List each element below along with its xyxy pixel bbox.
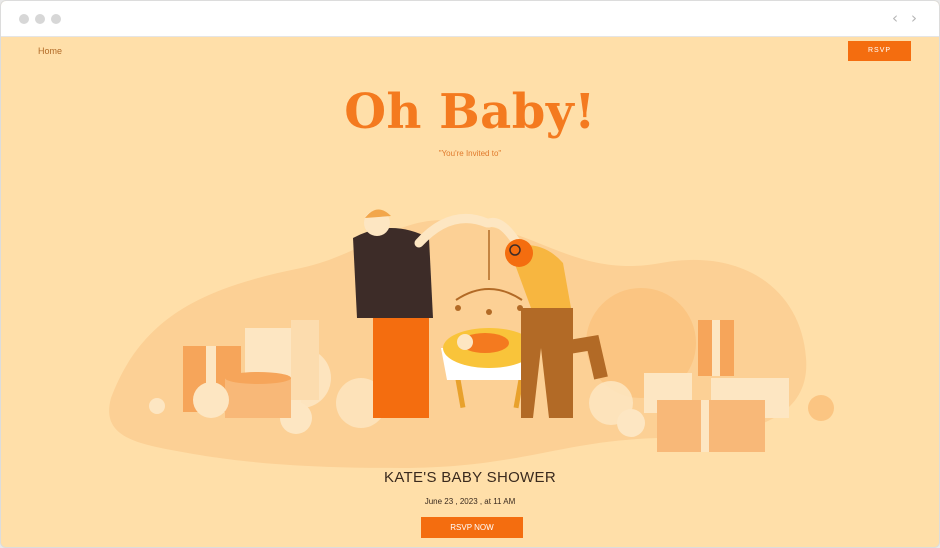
window-dot-icon [51,14,61,24]
gift-ribbon [712,320,720,376]
back-arrow-icon[interactable]: ‹ [892,9,898,27]
mobile-star [486,309,492,315]
browser-chrome: ‹ › [1,1,939,37]
page-subtitle: "You're Invited to" [438,149,502,158]
browser-window: ‹ › Home RSVP Oh Baby! "You're Invited t… [0,0,940,548]
gift-box [657,400,765,452]
page-title: Oh Baby! [344,84,596,140]
gift-box [291,320,319,400]
mobile-star [455,305,461,311]
rsvp-button[interactable]: RSVP [848,41,911,61]
baby-head [457,334,473,350]
event-date: June 23 , 2023 , at 11 AM [424,497,516,506]
event-title: KATE'S BABY SHOWER [384,469,556,486]
bubble [617,409,645,437]
invitation-page: Home RSVP Oh Baby! "You're Invited to" K… [1,38,939,547]
bubble [149,398,165,414]
nav-home-link[interactable]: Home [38,46,62,56]
window-dot-icon [35,14,45,24]
rsvp-now-button[interactable]: RSVP NOW [421,517,523,538]
gift-ribbon [701,400,709,452]
gift-lid [225,372,291,384]
man-legs [373,308,429,418]
bubble [808,395,834,421]
bubble [193,382,229,418]
window-dot-icon [19,14,29,24]
forward-arrow-icon[interactable]: › [911,9,917,27]
baby-shower-illustration [109,209,834,468]
